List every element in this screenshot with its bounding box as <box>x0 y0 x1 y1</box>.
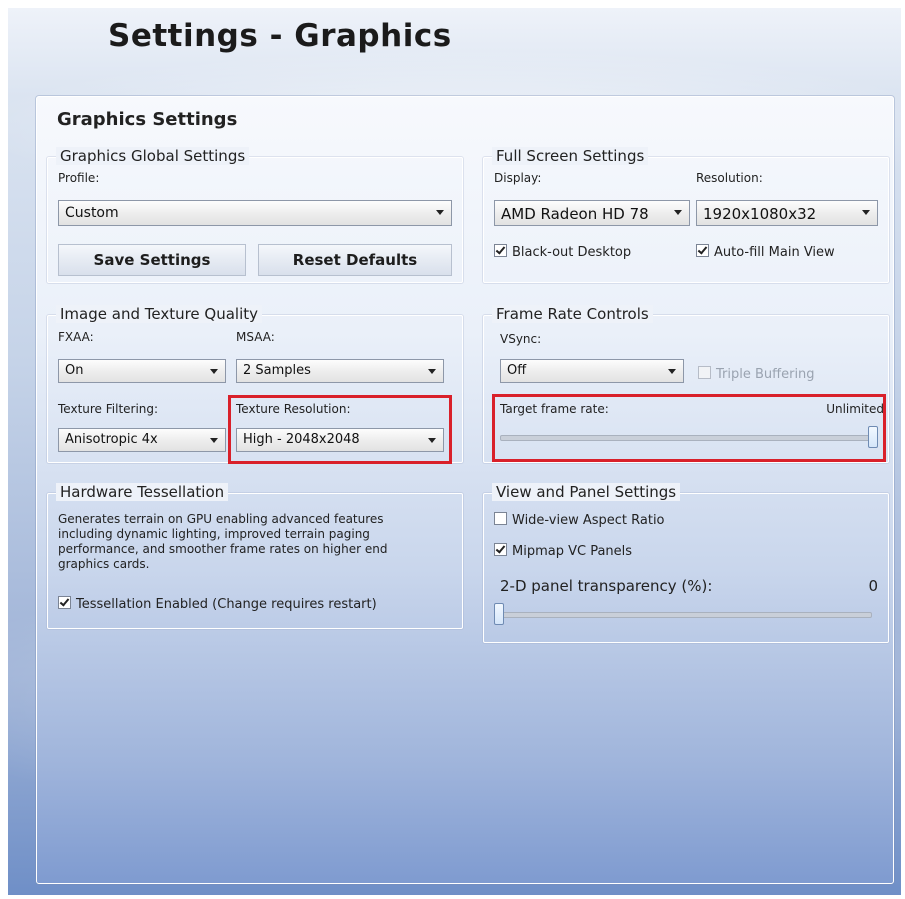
texture-filtering-select[interactable]: Anisotropic 4x <box>58 428 226 452</box>
vsync-label: VSync: <box>500 332 542 346</box>
checkbox-unchecked-icon <box>698 366 711 379</box>
panel-title: Graphics Settings <box>57 109 238 130</box>
group-fullscreen-legend: Full Screen Settings <box>492 147 649 165</box>
group-image-texture-quality: Image and Texture Quality FXAA: MSAA: On… <box>47 305 463 464</box>
target-frame-rate-highlight <box>492 394 886 462</box>
triple-buffering-label: Triple Buffering <box>716 367 815 382</box>
resolution-label: Resolution: <box>696 171 763 185</box>
display-select[interactable]: AMD Radeon HD 78 <box>494 200 690 226</box>
panel-transparency-slider-thumb[interactable] <box>494 603 504 625</box>
chevron-down-icon <box>428 369 436 374</box>
chevron-down-icon <box>674 210 682 215</box>
profile-value: Custom <box>65 205 119 221</box>
group-view-panel-legend: View and Panel Settings <box>492 483 681 501</box>
chevron-down-icon <box>862 210 870 215</box>
vsync-select[interactable]: Off <box>500 359 684 383</box>
graphics-settings-panel: Graphics Settings Graphics Global Settin… <box>36 96 894 884</box>
reset-defaults-button[interactable]: Reset Defaults <box>258 244 452 276</box>
group-global-legend: Graphics Global Settings <box>56 147 250 165</box>
chevron-down-icon <box>436 210 444 215</box>
blackout-desktop-checkbox[interactable]: Black-out Desktop <box>494 244 631 260</box>
texture-filtering-label: Texture Filtering: <box>58 402 159 416</box>
wide-view-aspect-label: Wide-view Aspect Ratio <box>512 513 665 528</box>
settings-window: Settings - Graphics Graphics Settings Gr… <box>8 8 901 895</box>
checkbox-checked-icon <box>58 596 71 609</box>
resolution-select[interactable]: 1920x1080x32 <box>696 200 878 226</box>
profile-select[interactable]: Custom <box>58 200 452 226</box>
fxaa-value: On <box>65 363 84 378</box>
panel-transparency-track[interactable] <box>494 612 872 618</box>
autofill-main-view-checkbox[interactable]: Auto-fill Main View <box>696 244 835 260</box>
group-frame-rate-controls: Frame Rate Controls VSync: Off Triple Bu… <box>483 305 889 463</box>
group-view-panel-settings: View and Panel Settings Wide-view Aspect… <box>483 483 889 643</box>
group-fullscreen-settings: Full Screen Settings Display: Resolution… <box>483 147 889 283</box>
group-image-legend: Image and Texture Quality <box>56 305 263 323</box>
tessellation-description: Generates terrain on GPU enabling advanc… <box>58 512 388 571</box>
panel-transparency-label: 2-D panel transparency (%): <box>500 577 713 595</box>
msaa-select[interactable]: 2 Samples <box>236 359 444 383</box>
texture-filtering-value: Anisotropic 4x <box>65 432 158 447</box>
vsync-value: Off <box>507 363 527 378</box>
tessellation-enabled-label: Tessellation Enabled (Change requires re… <box>76 597 377 612</box>
chevron-down-icon <box>210 438 218 443</box>
group-hardware-tessellation: Hardware Tessellation Generates terrain … <box>47 483 463 629</box>
save-settings-button[interactable]: Save Settings <box>58 244 246 276</box>
mipmap-vc-panels-checkbox[interactable]: Mipmap VC Panels <box>494 543 632 559</box>
triple-buffering-checkbox[interactable]: Triple Buffering <box>698 366 815 382</box>
group-frame-rate-legend: Frame Rate Controls <box>492 305 653 323</box>
checkbox-checked-icon <box>494 244 507 257</box>
blackout-desktop-label: Black-out Desktop <box>512 245 632 260</box>
fxaa-label: FXAA: <box>58 330 94 344</box>
chevron-down-icon <box>210 369 218 374</box>
group-global-settings: Graphics Global Settings Profile: Custom… <box>47 147 463 283</box>
profile-label: Profile: <box>58 171 100 185</box>
display-value: AMD Radeon HD 78 <box>501 205 649 223</box>
mipmap-vc-panels-label: Mipmap VC Panels <box>512 544 633 559</box>
autofill-main-view-label: Auto-fill Main View <box>714 245 835 260</box>
texture-resolution-highlight <box>228 395 452 464</box>
checkbox-checked-icon <box>696 244 709 257</box>
panel-transparency-value: 0 <box>868 577 878 595</box>
checkbox-checked-icon <box>494 543 507 556</box>
group-tessellation-legend: Hardware Tessellation <box>56 483 229 501</box>
display-label: Display: <box>494 171 542 185</box>
chevron-down-icon <box>668 369 676 374</box>
fxaa-select[interactable]: On <box>58 359 226 383</box>
page-title: Settings - Graphics <box>108 18 452 54</box>
tessellation-enabled-checkbox[interactable]: Tessellation Enabled (Change requires re… <box>58 596 377 612</box>
checkbox-unchecked-icon <box>494 512 507 525</box>
resolution-value: 1920x1080x32 <box>703 205 817 223</box>
wide-view-aspect-checkbox[interactable]: Wide-view Aspect Ratio <box>494 512 665 528</box>
msaa-value: 2 Samples <box>243 363 311 378</box>
msaa-label: MSAA: <box>236 330 275 344</box>
